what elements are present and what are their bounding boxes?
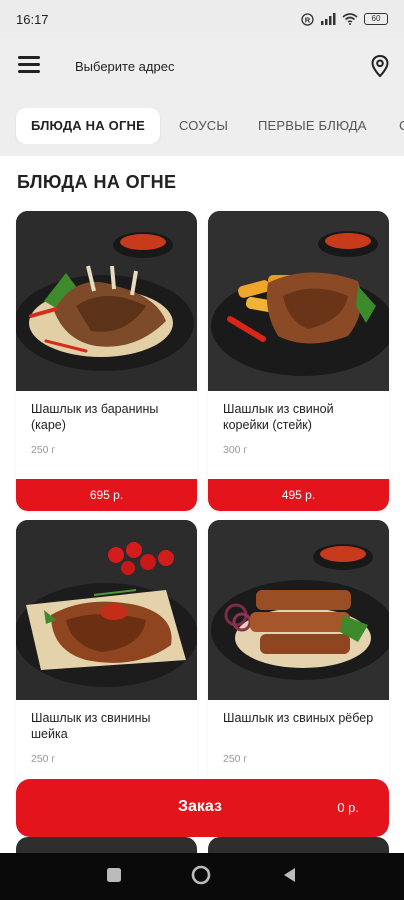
product-name: Шашлык из баранины (каре) xyxy=(31,402,159,432)
product-weight: 250 г xyxy=(31,753,56,765)
battery-icon: 60 xyxy=(364,13,388,25)
status-icons: R 60 xyxy=(301,12,388,26)
order-total: 0 р. xyxy=(337,800,359,815)
wifi-icon xyxy=(342,13,358,25)
next-card-peek xyxy=(16,837,197,853)
product-weight: 250 г xyxy=(31,444,56,456)
order-label: Заказ xyxy=(178,798,222,815)
tab-dishes-on-fire[interactable]: БЛЮДА НА ОГНЕ xyxy=(16,108,161,144)
product-image-pork-ribs xyxy=(208,520,389,700)
product-image-lamb xyxy=(16,211,197,391)
product-image-pork-neck xyxy=(16,520,197,700)
tab-first-courses[interactable]: ПЕРВЫЕ БЛЮДА xyxy=(258,108,367,144)
category-tabs: БЛЮДА НА ОГНЕ СОУСЫ ПЕРВЫЕ БЛЮДА С xyxy=(0,108,404,144)
square-icon[interactable] xyxy=(106,867,122,883)
alarm-icon: R xyxy=(301,12,314,26)
triangle-back-icon[interactable] xyxy=(282,867,298,883)
signal-icon xyxy=(321,13,336,25)
product-card[interactable]: Шашлык из свиной корейки (стейк) 300 г 4… xyxy=(208,211,389,511)
next-card-peek xyxy=(208,837,389,853)
circle-icon[interactable] xyxy=(191,865,211,885)
section-title: БЛЮДА НА ОГНЕ xyxy=(17,172,177,192)
order-button[interactable]: Заказ 0 р. xyxy=(16,779,389,837)
product-card[interactable]: Шашлык из свиных рёбер 250 г xyxy=(208,520,389,820)
tab-next[interactable]: С xyxy=(399,108,404,144)
price-button[interactable]: 695 р. xyxy=(16,479,197,511)
product-name: Шашлык из свиной корейки (стейк) xyxy=(223,402,334,432)
status-time: 16:17 xyxy=(16,11,49,27)
app-header: Выберите адрес xyxy=(0,38,404,94)
location-pin-icon[interactable] xyxy=(369,54,391,78)
product-weight: 250 г xyxy=(223,753,248,765)
battery-level: 60 xyxy=(371,14,381,23)
hamburger-menu-icon[interactable] xyxy=(18,56,40,74)
svg-text:R: R xyxy=(305,15,311,24)
product-name: Шашлык из свиных рёбер xyxy=(223,711,374,725)
product-name: Шашлык из свинины шейка xyxy=(31,711,151,741)
status-bar: 16:17 R 60 xyxy=(0,0,404,38)
price-button[interactable]: 495 р. xyxy=(208,479,389,511)
address-selector[interactable]: Выберите адрес xyxy=(75,59,174,74)
tab-sauces[interactable]: СОУСЫ xyxy=(179,108,228,144)
system-nav-bar xyxy=(0,853,404,900)
product-image-pork-steak xyxy=(208,211,389,391)
product-card[interactable]: Шашлык из баранины (каре) 250 г 695 р. xyxy=(16,211,197,511)
product-weight: 300 г xyxy=(223,444,248,456)
product-card[interactable]: Шашлык из свинины шейка 250 г xyxy=(16,520,197,820)
